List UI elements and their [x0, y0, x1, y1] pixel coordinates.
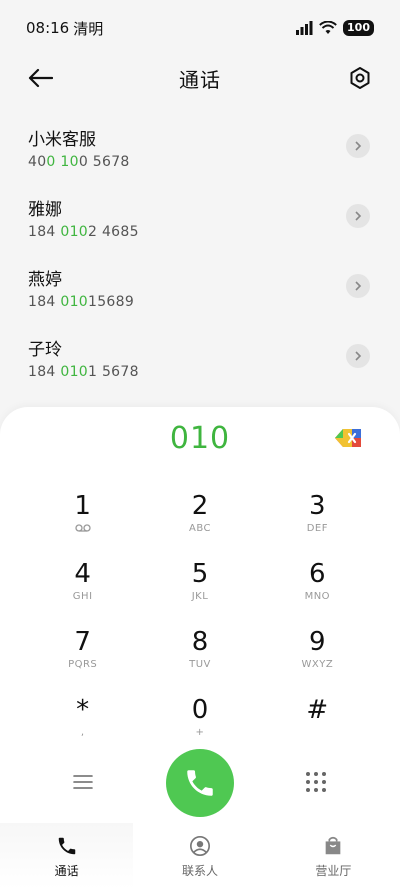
gear-icon	[350, 67, 370, 89]
contact-number: 400 100 5678	[28, 153, 130, 170]
key-digit: 0	[191, 695, 209, 725]
key-letters: +	[195, 727, 205, 738]
contact-number: 184 01015689	[28, 293, 135, 310]
key-letters: ABC	[188, 523, 211, 534]
contact-detail-button[interactable]	[346, 134, 370, 158]
tab-contacts[interactable]: 联系人	[133, 823, 266, 889]
key-digit: 8	[191, 627, 209, 657]
key-1[interactable]: 1	[24, 487, 141, 555]
tab-label: 营业厅	[315, 863, 352, 878]
status-icons: 100	[295, 20, 374, 36]
wifi-icon	[319, 21, 337, 34]
tab-calls[interactable]: 通话	[0, 823, 134, 889]
key-2[interactable]: 2 ABC	[141, 487, 258, 555]
contact-item[interactable]: 雅娜 184 0102 4685	[0, 182, 400, 252]
dialer-panel: 010 1 2 ABC 3 DEF 4 GHI 5 JKL 6 MNO 7 PQ…	[0, 407, 400, 889]
back-button[interactable]	[24, 62, 56, 94]
contact-number: 184 0102 4685	[28, 223, 139, 240]
key-letters: TUV	[189, 659, 211, 670]
chevron-right-icon	[355, 211, 362, 221]
contact-detail-button[interactable]	[346, 204, 370, 228]
chevron-right-icon	[355, 281, 362, 291]
contact-detail-button[interactable]	[346, 344, 370, 368]
status-time: 08:16	[26, 19, 70, 37]
key-digit: 6	[309, 559, 326, 589]
status-bar: 08:16 清明 100	[0, 0, 400, 56]
key-3[interactable]: 3 DEF	[259, 487, 376, 555]
signal-icon	[296, 21, 313, 35]
key-8[interactable]: 8 TUV	[141, 623, 258, 691]
key-6[interactable]: 6 MNO	[259, 555, 376, 623]
bottom-nav: 通话 联系人 营业厅	[0, 823, 400, 889]
keypad: 1 2 ABC 3 DEF 4 GHI 5 JKL 6 MNO 7 PQRS 8…	[24, 487, 376, 759]
key-digit: 9	[309, 627, 326, 657]
key-digit: #	[306, 695, 329, 725]
key-letters: MNO	[304, 591, 331, 602]
phone-icon	[187, 770, 213, 796]
contact-item[interactable]: 小米客服 400 100 5678	[0, 112, 400, 182]
key-letters: PQRS	[68, 659, 98, 670]
contact-suggestion-list: 小米客服 400 100 5678 雅娜 184 0102 4685 燕婷 18…	[0, 112, 400, 392]
call-button[interactable]	[166, 749, 234, 817]
dialpad-toggle-button[interactable]	[304, 770, 328, 794]
hamburger-icon	[73, 775, 93, 789]
person-icon	[188, 834, 212, 858]
key-digit: 3	[309, 491, 326, 521]
key-digit: 2	[191, 491, 209, 521]
key-digit: 7	[74, 627, 91, 657]
contact-number: 184 0101 5678	[28, 363, 139, 380]
contact-name: 子玲	[28, 339, 62, 360]
contact-name: 小米客服	[28, 129, 96, 150]
key-digit: *	[76, 695, 90, 725]
key-9[interactable]: 9 WXYZ	[259, 623, 376, 691]
key-digit: 1	[74, 491, 91, 521]
dialpad-icon	[306, 772, 326, 792]
menu-button[interactable]	[70, 769, 96, 795]
key-digit: 5	[191, 559, 209, 589]
chevron-right-icon	[355, 141, 362, 151]
key-7[interactable]: 7 PQRS	[24, 623, 141, 691]
key-letters: WXYZ	[301, 659, 334, 670]
phone-icon	[55, 834, 79, 858]
backspace-button[interactable]	[334, 427, 364, 449]
tab-label: 联系人	[181, 863, 218, 878]
tab-label: 通话	[54, 863, 79, 878]
arrow-left-icon	[28, 68, 53, 88]
key-letters: GHI	[72, 591, 93, 602]
key-letters: DEF	[306, 523, 328, 534]
contact-name: 燕婷	[28, 269, 62, 290]
status-weather: 清明	[73, 19, 104, 38]
chevron-right-icon	[355, 351, 362, 361]
battery-indicator: 100	[343, 20, 374, 36]
header: 通话	[0, 56, 400, 100]
shopping-bag-icon	[321, 834, 345, 858]
page-title: 通话	[179, 67, 221, 92]
key-letters: JKL	[191, 591, 209, 602]
key-5[interactable]: 5 JKL	[141, 555, 258, 623]
contact-name: 雅娜	[28, 199, 62, 220]
contact-item[interactable]: 燕婷 184 01015689	[0, 252, 400, 322]
settings-button[interactable]	[344, 62, 376, 94]
contact-item[interactable]: 子玲 184 0101 5678	[0, 322, 400, 392]
key-letters: ,	[80, 727, 85, 738]
contact-detail-button[interactable]	[346, 274, 370, 298]
voicemail-icon	[75, 523, 91, 535]
key-digit: 4	[74, 559, 91, 589]
status-left: 08:16 清明	[26, 18, 103, 39]
dialer-actions	[0, 749, 400, 817]
tab-store[interactable]: 营业厅	[267, 823, 400, 889]
backspace-icon	[335, 429, 361, 447]
key-4[interactable]: 4 GHI	[24, 555, 141, 623]
